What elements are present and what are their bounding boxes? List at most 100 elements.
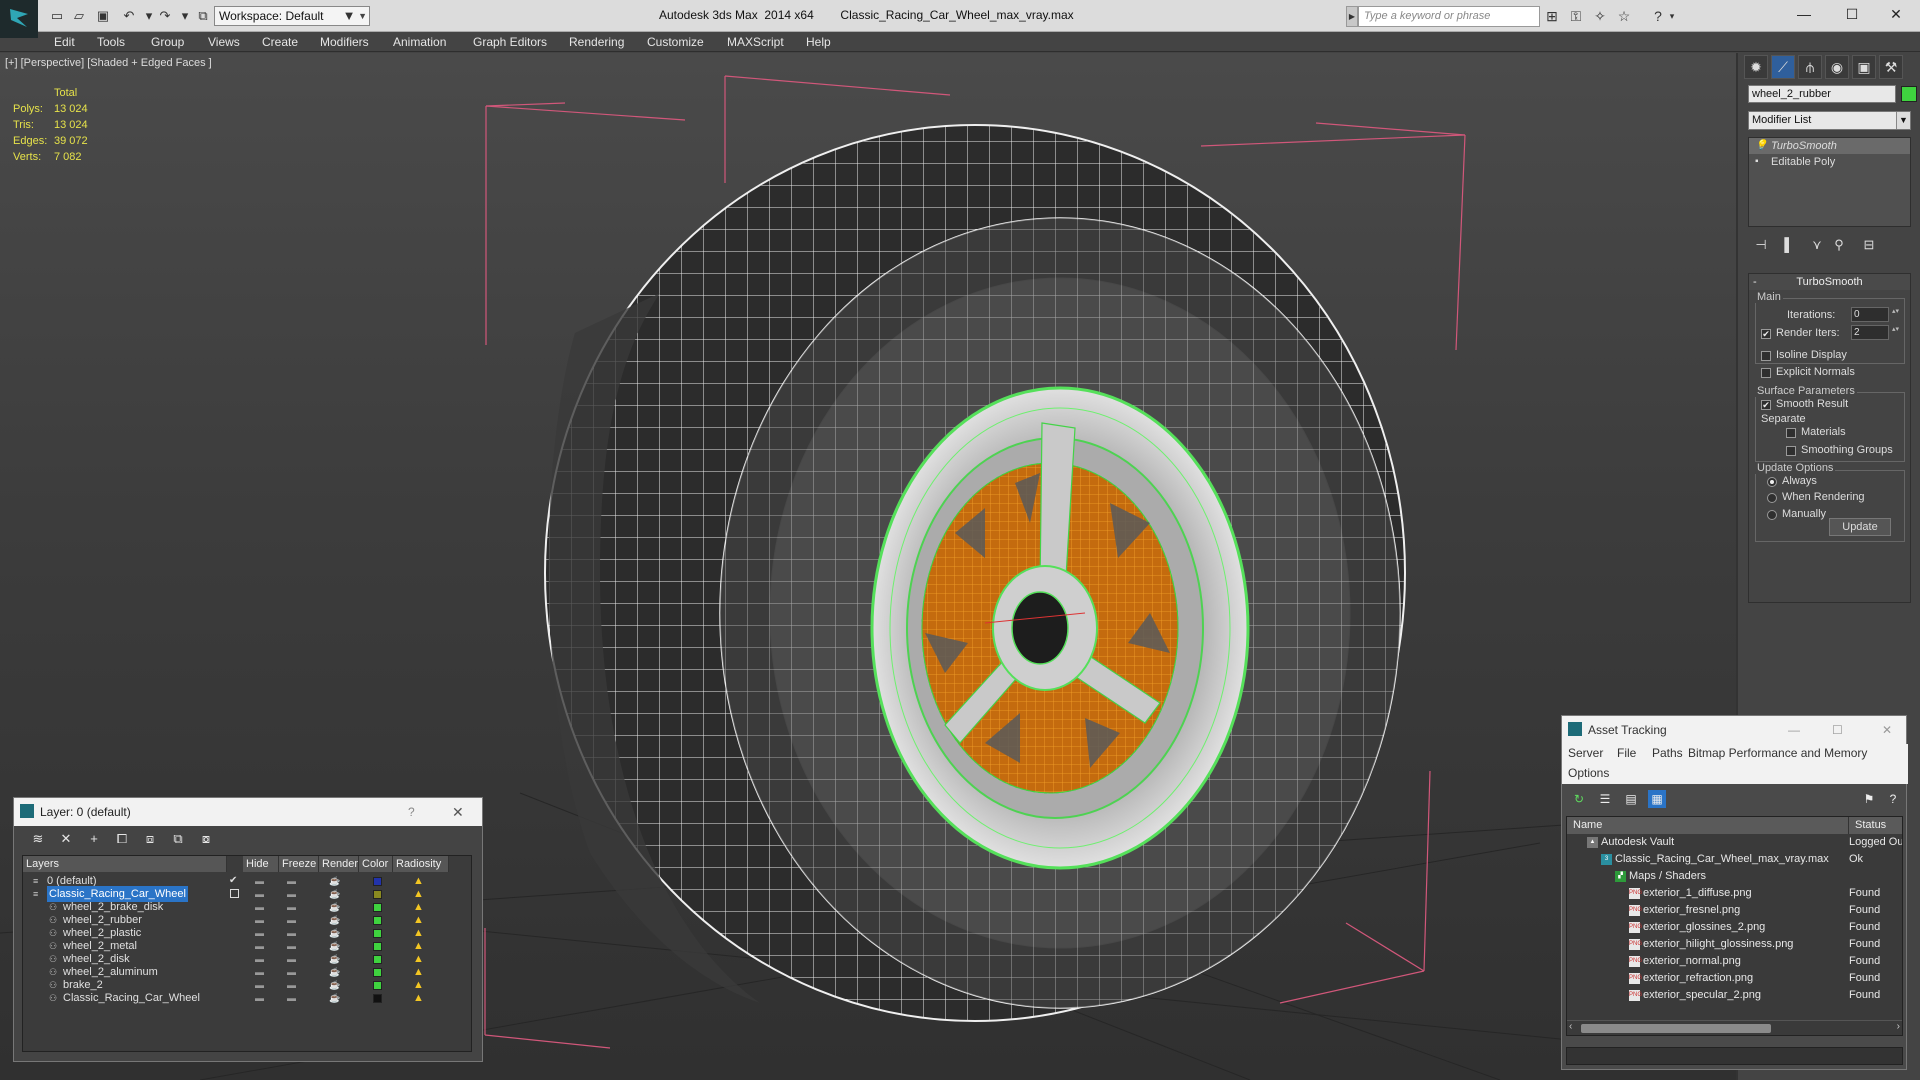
col-render[interactable]: Render — [319, 856, 359, 872]
object-color-swatch[interactable] — [1901, 86, 1917, 102]
redo-dropdown-icon[interactable]: ▾ — [176, 7, 194, 25]
smoothing-groups-checkbox[interactable] — [1786, 446, 1796, 456]
asset-tracking-titlebar[interactable]: Asset Tracking — ☐ ✕ — [1562, 716, 1906, 744]
motion-tab-icon[interactable]: ◉ — [1825, 55, 1849, 79]
set-current-layer-box[interactable] — [230, 889, 239, 898]
render-iters-checkbox[interactable]: ✔ — [1761, 329, 1771, 339]
materials-checkbox[interactable] — [1786, 428, 1796, 438]
open-file-icon[interactable]: ▱ — [70, 7, 88, 25]
lightbulb-icon[interactable]: 💡 — [1755, 138, 1767, 154]
always-radio[interactable] — [1767, 477, 1777, 487]
freeze-toggle[interactable]: ▬ — [287, 990, 296, 1006]
layer-color-swatch[interactable] — [373, 981, 382, 990]
stack-item-turbosmooth[interactable]: 💡 TurboSmooth — [1749, 138, 1910, 154]
hierarchy-tab-icon[interactable]: ⫛ — [1798, 55, 1822, 79]
utilities-tab-icon[interactable]: ⚒ — [1879, 55, 1903, 79]
asset-row[interactable]: PNG exterior_fresnel.png Found — [1567, 902, 1902, 919]
menu-animation[interactable]: Animation — [393, 32, 446, 52]
freeze-all-layers-icon[interactable]: ⧇ — [196, 830, 216, 848]
stack-item-editable-poly[interactable]: ▪ Editable Poly — [1749, 154, 1910, 170]
isoline-display-checkbox[interactable] — [1761, 351, 1771, 361]
app-logo-icon[interactable] — [0, 0, 38, 38]
select-objects-icon[interactable]: ⧠ — [112, 830, 132, 848]
add-to-layer-icon[interactable]: + — [84, 830, 104, 848]
search-expand-icon[interactable]: ▶ — [1346, 6, 1358, 27]
layer-color-swatch[interactable] — [373, 916, 382, 925]
layer-row[interactable]: ⚇ Classic_Racing_Car_Wheel ▬ ▬ ☕ ▲ — [23, 990, 471, 1006]
modify-tab-icon[interactable]: ⟋ — [1771, 55, 1795, 79]
radiosity-lamp-icon[interactable]: ▲ — [413, 990, 424, 1006]
object-name-field[interactable]: wheel_2_rubber — [1748, 85, 1896, 103]
project-folder-icon[interactable]: ⧉ — [194, 7, 212, 25]
maximize-icon[interactable]: ☐ — [1832, 2, 1872, 26]
menu-bitmap-performance[interactable]: Bitmap Performance and Memory — [1688, 744, 1867, 762]
render-iters-spinner[interactable]: 2 — [1851, 325, 1900, 340]
when-rendering-radio[interactable] — [1767, 493, 1777, 503]
highlight-selected-icon[interactable]: ⧈ — [140, 830, 160, 848]
col-name[interactable]: Name — [1567, 817, 1849, 834]
new-file-icon[interactable]: ▭ — [48, 7, 66, 25]
asset-row[interactable]: PNG exterior_1_diffuse.png Found — [1567, 885, 1902, 902]
layer-color-swatch[interactable] — [373, 877, 382, 886]
menu-options[interactable]: Options — [1568, 764, 1609, 782]
communication-center-icon[interactable]: ✧ — [1590, 7, 1610, 25]
create-tab-icon[interactable]: ✹ — [1744, 55, 1768, 79]
col-freeze[interactable]: Freeze — [279, 856, 319, 872]
menu-paths[interactable]: Paths — [1652, 744, 1683, 762]
hide-toggle[interactable]: ▬ — [255, 990, 264, 1006]
menu-tools[interactable]: Tools — [97, 32, 125, 52]
modifier-list-dropdown[interactable]: Modifier List ▼ — [1748, 111, 1911, 130]
redo-icon[interactable]: ↷ — [156, 7, 174, 25]
subscription-key-icon[interactable]: ⚿ — [1566, 7, 1586, 25]
close-icon[interactable]: ✕ — [1882, 716, 1892, 744]
expand-plus-icon[interactable]: ▪ — [1755, 154, 1759, 170]
scroll-thumb[interactable] — [1581, 1024, 1771, 1033]
menu-edit[interactable]: Edit — [54, 32, 75, 52]
scroll-left-icon[interactable]: ‹ — [1569, 1021, 1572, 1032]
thumbnail-view-icon[interactable]: ▤ — [1622, 790, 1640, 808]
col-layers[interactable]: Layers — [23, 856, 227, 872]
menu-help[interactable]: Help — [806, 32, 831, 52]
layer-color-swatch[interactable] — [373, 968, 382, 977]
col-color[interactable]: Color — [359, 856, 393, 872]
iterations-spinner[interactable]: 0 — [1851, 307, 1900, 322]
minimize-icon[interactable]: — — [1784, 2, 1824, 26]
refresh-icon[interactable]: ↻ — [1570, 790, 1588, 808]
asset-row[interactable]: PNG exterior_refraction.png Found — [1567, 970, 1902, 987]
create-layer-icon[interactable]: ≋ — [28, 830, 48, 848]
undo-icon[interactable]: ↶ — [120, 7, 138, 25]
layer-color-swatch[interactable] — [373, 890, 382, 899]
menu-rendering[interactable]: Rendering — [569, 32, 624, 52]
smooth-result-checkbox[interactable]: ✔ — [1761, 400, 1771, 410]
layer-manager-titlebar[interactable]: Layer: 0 (default) ? ✕ — [14, 798, 482, 826]
render-teapot-icon[interactable]: ☕ — [329, 990, 340, 1006]
configure-modifier-sets-icon[interactable]: ⊟ — [1858, 235, 1880, 255]
help-icon[interactable]: ? — [408, 798, 415, 826]
list-view-icon[interactable]: ☰ — [1596, 790, 1614, 808]
menu-file[interactable]: File — [1617, 744, 1636, 762]
close-icon[interactable]: ✕ — [1876, 2, 1916, 26]
hide-all-layers-icon[interactable]: ⧉ — [168, 830, 188, 848]
layer-color-swatch[interactable] — [373, 903, 382, 912]
menu-server[interactable]: Server — [1568, 744, 1603, 762]
minimize-icon[interactable]: — — [1788, 716, 1800, 744]
asset-row[interactable]: ▞ Maps / Shaders — [1567, 868, 1902, 885]
col-radiosity[interactable]: Radiosity — [393, 856, 449, 872]
save-icon[interactable]: ▣ — [94, 7, 112, 25]
help-icon[interactable]: ? — [1648, 7, 1668, 25]
layer-name[interactable]: Classic_Racing_Car_Wheel — [63, 990, 200, 1006]
scroll-right-icon[interactable]: › — [1897, 1021, 1900, 1032]
rollout-header[interactable]: - TurboSmooth — [1749, 274, 1910, 290]
close-icon[interactable]: ✕ — [452, 798, 464, 826]
asset-row[interactable]: PNG exterior_normal.png Found — [1567, 953, 1902, 970]
menu-group[interactable]: Group — [151, 32, 184, 52]
layer-color-swatch[interactable] — [373, 955, 382, 964]
col-hide[interactable]: Hide — [243, 856, 279, 872]
menu-graph-editors[interactable]: Graph Editors — [473, 32, 547, 52]
layer-color-swatch[interactable] — [373, 942, 382, 951]
binoculars-icon[interactable]: ⊞ — [1542, 7, 1562, 25]
asset-row[interactable]: ▲ Autodesk Vault Logged Ou — [1567, 834, 1902, 851]
explicit-normals-checkbox[interactable] — [1761, 368, 1771, 378]
asset-row[interactable]: PNG exterior_glossines_2.png Found — [1567, 919, 1902, 936]
remove-modifier-icon[interactable]: ⚲ — [1828, 235, 1850, 255]
